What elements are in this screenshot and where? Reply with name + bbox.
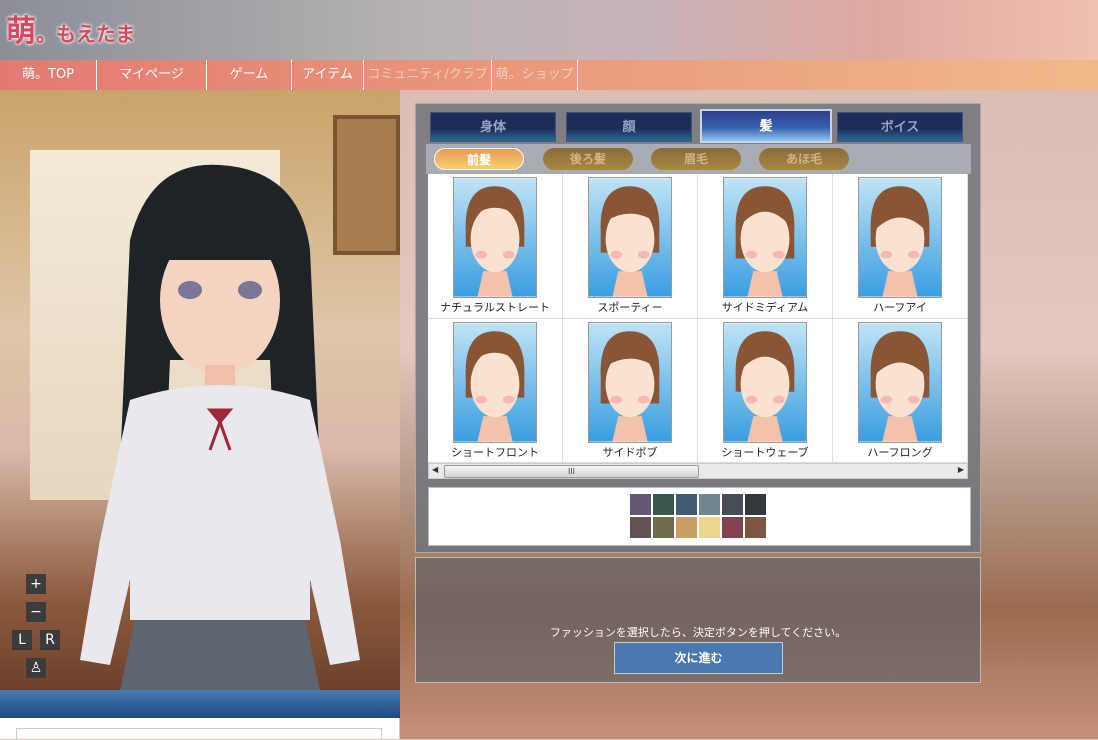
nav-mypage[interactable]: マイページ [97, 60, 207, 90]
main-nav: 萌。TOP マイページ ゲーム アイテム コミュニティ/クラブ 萌。ショップ [0, 60, 1098, 90]
hair-thumbnail [723, 177, 807, 298]
instruction-text: ファッションを選択したら、決定ボタンを押してください。 [549, 626, 847, 639]
left-panel-bar [0, 690, 400, 718]
tab-hair[interactable]: 髪 [700, 109, 832, 143]
confirm-panel: ファッションを選択したら、決定ボタンを押してください。 次に進む [415, 557, 981, 683]
hair-color-swatch[interactable] [653, 494, 674, 515]
scroll-right-arrow-icon[interactable]: ▶ [958, 465, 964, 474]
hair-color-swatch[interactable] [722, 494, 743, 515]
hair-style-label: ハーフロング [867, 446, 933, 459]
nav-shop[interactable]: 萌。ショップ [492, 60, 578, 90]
hair-color-palette [428, 487, 971, 546]
hair-color-swatch[interactable] [699, 494, 720, 515]
site-logo[interactable]: 萌。もえたま [6, 6, 135, 50]
hair-style-option[interactable]: ショートウェーブ [698, 319, 833, 463]
scroll-left-arrow-icon[interactable]: ◀ [432, 465, 438, 474]
character-preview: + − L R ♙ [0, 90, 400, 690]
hair-style-option[interactable]: サイドボブ [563, 319, 698, 463]
hair-style-label: ハーフアイ [873, 301, 927, 314]
hair-style-label: ナチュラルストレート [440, 301, 550, 314]
hair-thumbnail [858, 322, 942, 443]
hair-style-label: スポーティー [597, 301, 663, 314]
character-model [80, 164, 360, 690]
hair-color-swatch[interactable] [653, 517, 674, 538]
hair-color-swatch[interactable] [699, 517, 720, 538]
rotate-left-button[interactable]: L [12, 630, 32, 650]
hair-style-option[interactable]: スポーティー [563, 174, 698, 319]
hair-style-label: ショートフロント [451, 446, 539, 459]
hair-style-grid: ナチュラルストレート スポーティー サイドミディアム ハーフアイ ショートフロン… [428, 174, 968, 463]
left-bottom-area [0, 718, 400, 740]
hair-thumbnail [588, 322, 672, 443]
hair-style-label: ショートウェーブ [721, 446, 809, 459]
nav-item[interactable]: アイテム [292, 60, 364, 90]
subtab-eyebrows[interactable]: 眉毛 [651, 148, 741, 170]
zoom-in-button[interactable]: + [26, 574, 46, 594]
scroll-thumb[interactable]: III [444, 465, 699, 478]
tab-face[interactable]: 顔 [566, 112, 692, 142]
hair-thumbnail [453, 177, 537, 298]
hair-thumbnail [588, 177, 672, 298]
hair-color-swatch[interactable] [676, 494, 697, 515]
hair-thumbnail [453, 322, 537, 443]
nav-game[interactable]: ゲーム [207, 60, 292, 90]
hair-style-option[interactable]: ハーフアイ [833, 174, 968, 319]
hair-color-swatch[interactable] [676, 517, 697, 538]
zoom-out-button[interactable]: − [26, 602, 46, 622]
hair-color-swatch[interactable] [722, 517, 743, 538]
next-button[interactable]: 次に進む [614, 642, 783, 674]
pose-person-icon[interactable]: ♙ [26, 658, 46, 678]
tab-voice[interactable]: ボイス [837, 112, 963, 142]
hair-color-swatch[interactable] [630, 494, 651, 515]
horizontal-scrollbar[interactable]: ◀ III ▶ [428, 463, 968, 479]
subtab-back-hair[interactable]: 後ろ髪 [543, 148, 633, 170]
tab-body[interactable]: 身体 [430, 112, 556, 142]
hair-style-label: サイドミディアム [721, 301, 809, 314]
nav-community[interactable]: コミュニティ/クラブ [364, 60, 492, 90]
hair-style-option[interactable]: ナチュラルストレート [428, 174, 563, 319]
nav-top[interactable]: 萌。TOP [0, 60, 97, 90]
hair-color-swatch[interactable] [630, 517, 651, 538]
hair-color-swatch[interactable] [745, 494, 766, 515]
hair-subtabs: 前髪 後ろ髪 眉毛 あほ毛 [426, 144, 971, 174]
hair-style-option[interactable]: ハーフロング [833, 319, 968, 463]
site-header: 萌。もえたま [0, 0, 1098, 60]
subtab-bangs[interactable]: 前髪 [434, 148, 524, 170]
hair-style-option[interactable]: ショートフロント [428, 319, 563, 463]
hair-style-option[interactable]: サイドミディアム [698, 174, 833, 319]
rotate-right-button[interactable]: R [40, 630, 60, 650]
hair-color-swatch[interactable] [745, 517, 766, 538]
hair-style-label: サイドボブ [602, 446, 658, 459]
subtab-ahoge[interactable]: あほ毛 [759, 148, 849, 170]
hair-thumbnail [723, 322, 807, 443]
customize-panel: 身体 顔 髪 ボイス 前髪 後ろ髪 眉毛 あほ毛 ナチュラルストレート スポーテ… [415, 103, 981, 553]
hair-thumbnail [858, 177, 942, 298]
